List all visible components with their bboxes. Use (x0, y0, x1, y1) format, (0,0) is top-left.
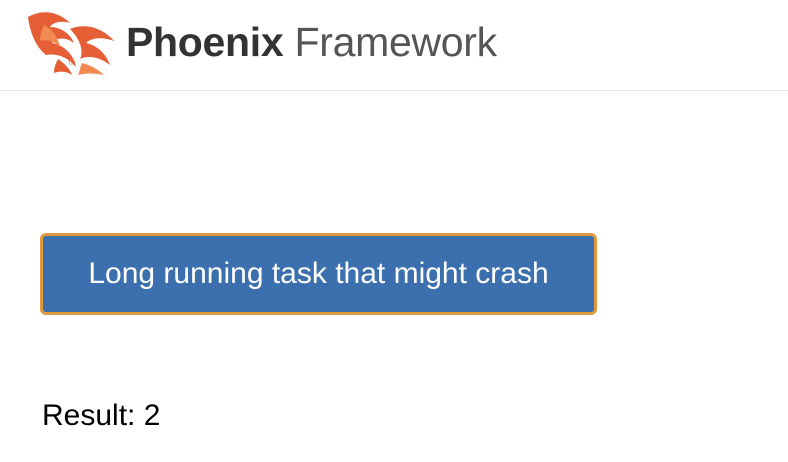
brand-name: Phoenix Framework (126, 18, 497, 65)
brand-name-light: Framework (294, 18, 497, 65)
site-header: TM Phoenix Framework (0, 0, 788, 91)
result-text: Result: 2 (42, 399, 161, 432)
brand-name-bold: Phoenix (126, 18, 284, 65)
phoenix-bird-icon: TM (28, 12, 114, 75)
trademark-mark: TM (68, 61, 75, 67)
long-running-task-button[interactable]: Long running task that might crash (40, 233, 597, 315)
phoenix-logo-link[interactable]: TM Phoenix Framework (24, 7, 504, 77)
